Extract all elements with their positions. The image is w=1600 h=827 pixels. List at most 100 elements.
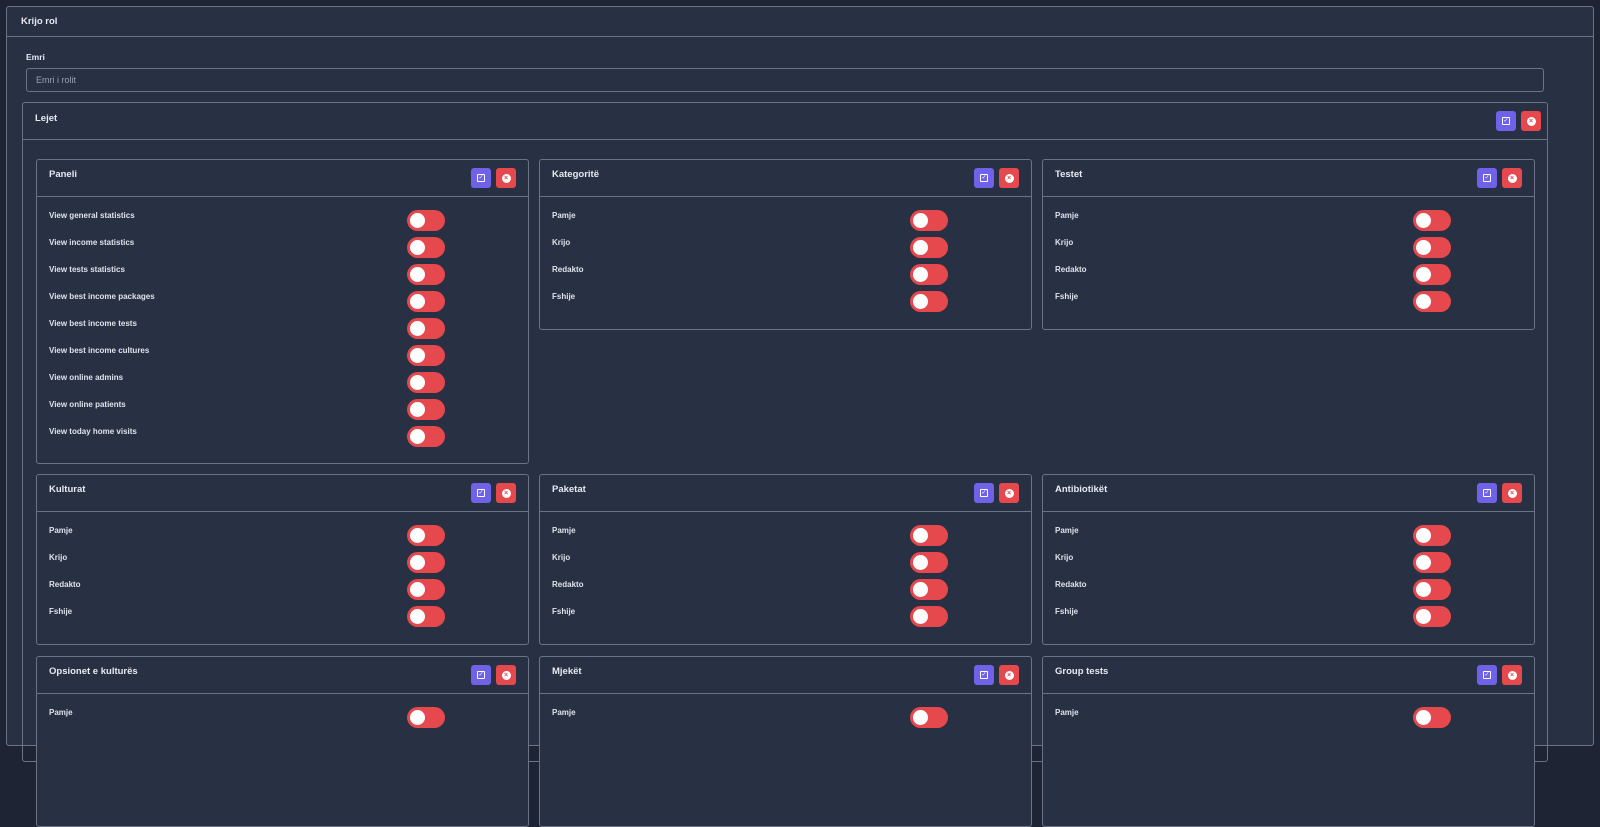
permission-row: Pamje xyxy=(37,707,528,734)
x-circle-icon: × xyxy=(501,670,511,680)
permission-label: Krijo xyxy=(1055,553,1074,562)
group-actions: ✓ × xyxy=(471,483,516,503)
permission-toggle[interactable] xyxy=(407,426,445,447)
group-title: Mjekët xyxy=(552,666,582,677)
permission-toggle[interactable] xyxy=(407,525,445,546)
permission-label: Redakto xyxy=(552,265,584,274)
permission-toggle[interactable] xyxy=(910,707,948,728)
select-all-group-button[interactable]: ✓ xyxy=(1477,168,1497,188)
permission-row: Fshije xyxy=(1043,606,1534,633)
deselect-all-group-button[interactable]: × xyxy=(496,665,516,685)
deselect-all-group-button[interactable]: × xyxy=(999,483,1019,503)
permission-group-antibiotiket: Antibiotikët ✓ × Pamje Krijo Redakto Fshije xyxy=(1042,474,1535,645)
deselect-all-group-button[interactable]: × xyxy=(496,168,516,188)
x-circle-icon: × xyxy=(1507,670,1517,680)
select-all-group-button[interactable]: ✓ xyxy=(974,483,994,503)
permission-toggle[interactable] xyxy=(1413,525,1451,546)
permission-label: View income statistics xyxy=(49,238,135,247)
permission-toggle[interactable] xyxy=(910,552,948,573)
permission-row: Redakto xyxy=(540,579,1031,606)
permission-toggle[interactable] xyxy=(407,291,445,312)
permission-label: Pamje xyxy=(552,708,576,717)
permission-row: View online patients xyxy=(37,399,528,426)
permission-toggle[interactable] xyxy=(407,552,445,573)
permission-group-paketat: Paketat ✓ × Pamje Krijo Redakto Fshije xyxy=(539,474,1032,645)
permission-row: Pamje xyxy=(1043,210,1534,237)
permission-toggle[interactable] xyxy=(1413,264,1451,285)
role-name-input[interactable] xyxy=(26,68,1544,92)
select-all-permissions-button[interactable]: ✓ xyxy=(1496,111,1516,131)
permission-toggle[interactable] xyxy=(1413,291,1451,312)
permission-row: View general statistics xyxy=(37,210,528,237)
deselect-all-group-button[interactable]: × xyxy=(1502,483,1522,503)
permission-row: Pamje xyxy=(37,525,528,552)
check-square-icon: ✓ xyxy=(1502,117,1510,125)
permission-toggle[interactable] xyxy=(1413,606,1451,627)
permission-row: Krijo xyxy=(1043,552,1534,579)
permission-label: Fshije xyxy=(1055,292,1079,301)
permission-label: Pamje xyxy=(1055,708,1079,717)
permission-toggle[interactable] xyxy=(407,318,445,339)
deselect-all-group-button[interactable]: × xyxy=(999,168,1019,188)
permission-toggle[interactable] xyxy=(1413,579,1451,600)
select-all-group-button[interactable]: ✓ xyxy=(471,665,491,685)
permission-toggle[interactable] xyxy=(407,372,445,393)
permission-toggle[interactable] xyxy=(1413,707,1451,728)
permission-row: Redakto xyxy=(1043,579,1534,606)
permission-list: Pamje Krijo Redakto Fshije xyxy=(1043,197,1534,318)
deselect-all-permissions-button[interactable]: × xyxy=(1521,111,1541,131)
deselect-all-group-button[interactable]: × xyxy=(1502,168,1522,188)
permission-toggle[interactable] xyxy=(910,291,948,312)
permission-toggle[interactable] xyxy=(910,210,948,231)
permission-toggle[interactable] xyxy=(407,345,445,366)
permission-row: Fshije xyxy=(540,291,1031,318)
check-square-icon: ✓ xyxy=(477,174,485,182)
permission-label: View general statistics xyxy=(49,211,135,220)
permission-toggle[interactable] xyxy=(407,210,445,231)
permission-row: Pamje xyxy=(540,707,1031,734)
permission-label: Redakto xyxy=(1055,580,1087,589)
permission-toggle[interactable] xyxy=(407,606,445,627)
permission-toggle[interactable] xyxy=(910,525,948,546)
deselect-all-group-button[interactable]: × xyxy=(1502,665,1522,685)
select-all-group-button[interactable]: ✓ xyxy=(974,168,994,188)
permission-toggle[interactable] xyxy=(1413,210,1451,231)
permission-label: Fshije xyxy=(552,607,576,616)
select-all-group-button[interactable]: ✓ xyxy=(974,665,994,685)
permission-toggle[interactable] xyxy=(910,237,948,258)
x-circle-icon: × xyxy=(1526,116,1536,126)
permission-toggle[interactable] xyxy=(910,606,948,627)
permission-label: View tests statistics xyxy=(49,265,125,274)
deselect-all-group-button[interactable]: × xyxy=(999,665,1019,685)
permission-label: Pamje xyxy=(1055,526,1079,535)
deselect-all-group-button[interactable]: × xyxy=(496,483,516,503)
permission-label: View best income cultures xyxy=(49,346,150,355)
permissions-header: Lejet ✓ × xyxy=(23,103,1547,140)
check-square-icon: ✓ xyxy=(980,671,988,679)
permission-label: Redakto xyxy=(1055,265,1087,274)
check-square-icon: ✓ xyxy=(980,174,988,182)
select-all-group-button[interactable]: ✓ xyxy=(1477,483,1497,503)
permission-label: Pamje xyxy=(49,526,73,535)
select-all-group-button[interactable]: ✓ xyxy=(471,168,491,188)
permission-list: Pamje xyxy=(1043,694,1534,734)
permission-toggle[interactable] xyxy=(407,579,445,600)
check-square-icon: ✓ xyxy=(477,489,485,497)
permissions-actions: ✓ × xyxy=(1496,111,1541,131)
permission-toggle[interactable] xyxy=(910,579,948,600)
permission-toggle[interactable] xyxy=(1413,237,1451,258)
select-all-group-button[interactable]: ✓ xyxy=(1477,665,1497,685)
permission-label: Pamje xyxy=(552,526,576,535)
select-all-group-button[interactable]: ✓ xyxy=(471,483,491,503)
permission-toggle[interactable] xyxy=(407,237,445,258)
permission-toggle[interactable] xyxy=(1413,552,1451,573)
permission-toggle[interactable] xyxy=(407,399,445,420)
permission-toggle[interactable] xyxy=(910,264,948,285)
group-header: Testet ✓ × xyxy=(1043,160,1534,197)
permission-toggle[interactable] xyxy=(407,264,445,285)
page-title: Krijo rol xyxy=(21,16,58,27)
permission-toggle[interactable] xyxy=(407,707,445,728)
x-circle-icon: × xyxy=(1507,173,1517,183)
permission-label: Pamje xyxy=(552,211,576,220)
permission-row: Pamje xyxy=(1043,707,1534,734)
